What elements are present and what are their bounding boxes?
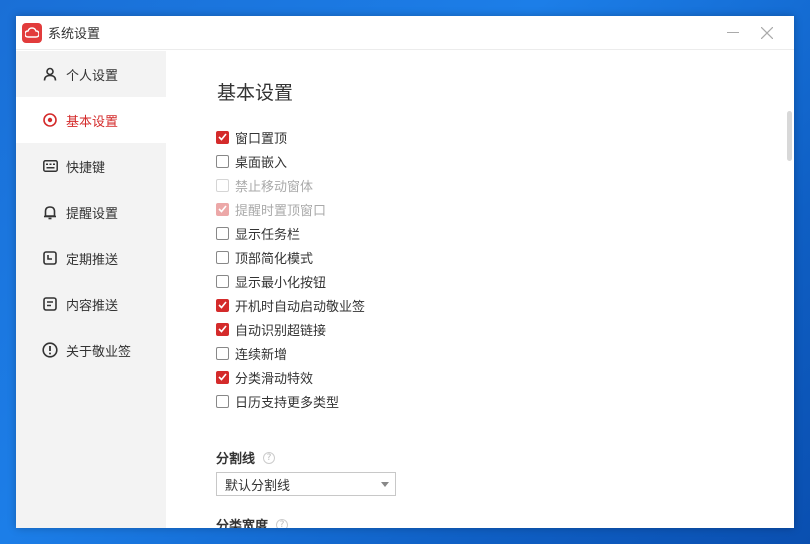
option-label: 禁止移动窗体 — [235, 179, 314, 195]
sidebar-item-scheduled-push[interactable]: 定期推送 — [16, 235, 166, 281]
divider-label: 分割线 ? — [216, 448, 276, 467]
option-label: 桌面嵌入 — [235, 155, 288, 171]
option-label: 显示任务栏 — [235, 227, 301, 243]
help-icon[interactable]: ? — [276, 518, 289, 528]
checkbox[interactable] — [216, 298, 229, 312]
option-reminder-on-top: 提醒时置顶窗口 — [216, 197, 365, 221]
settings-content: 基本设置 窗口置顶 桌面嵌入 禁止移动窗体 提醒时置顶窗口 显示任务栏 顶部简化… — [166, 51, 794, 528]
sidebar-item-label: 提醒设置 — [66, 206, 119, 222]
checkbox — [216, 202, 229, 216]
user-icon — [42, 66, 58, 82]
option-window-on-top[interactable]: 窗口置顶 — [216, 125, 365, 149]
check-icon — [218, 373, 227, 381]
check-icon — [218, 301, 227, 309]
checkbox[interactable] — [216, 154, 229, 168]
checkbox[interactable] — [216, 274, 229, 288]
checkbox — [216, 178, 229, 192]
option-continuous-add[interactable]: 连续新增 — [216, 341, 365, 365]
info-icon — [42, 342, 58, 358]
sidebar-item-label: 基本设置 — [66, 114, 119, 130]
bell-icon — [42, 204, 58, 220]
sidebar-item-label: 定期推送 — [66, 252, 119, 268]
option-label: 窗口置顶 — [235, 131, 288, 147]
title-bar: 系统设置 — [16, 16, 794, 50]
close-button[interactable] — [750, 16, 784, 50]
settings-window: 系统设置 个人设置 基本设置 快捷键 提醒设置 定期推送 内容推送 关于敬业签 … — [16, 16, 794, 528]
minimize-icon — [727, 32, 739, 33]
help-icon[interactable]: ? — [263, 451, 276, 464]
target-icon — [42, 112, 58, 128]
option-label: 自动识别超链接 — [235, 323, 327, 339]
option-show-taskbar[interactable]: 显示任务栏 — [216, 221, 365, 245]
app-logo-icon — [22, 22, 42, 43]
option-show-minimize[interactable]: 显示最小化按钮 — [216, 269, 365, 293]
option-label: 分类滑动特效 — [235, 371, 314, 387]
option-label: 连续新增 — [235, 347, 288, 363]
sidebar-item-personal[interactable]: 个人设置 — [16, 51, 166, 97]
option-compact-header[interactable]: 顶部简化模式 — [216, 245, 365, 269]
sidebar-item-reminders[interactable]: 提醒设置 — [16, 189, 166, 235]
option-autostart[interactable]: 开机时自动启动敬业签 — [216, 293, 365, 317]
sidebar-item-label: 个人设置 — [66, 68, 119, 84]
caret-down-icon — [381, 482, 389, 487]
checkbox[interactable] — [216, 346, 229, 360]
option-slide-effect[interactable]: 分类滑动特效 — [216, 365, 365, 389]
option-detect-links[interactable]: 自动识别超链接 — [216, 317, 365, 341]
check-icon — [218, 325, 227, 333]
option-desktop-embed[interactable]: 桌面嵌入 — [216, 149, 365, 173]
sidebar-item-label: 快捷键 — [66, 160, 106, 176]
document-icon — [42, 296, 58, 312]
checkbox[interactable] — [216, 130, 229, 144]
sidebar-item-basic[interactable]: 基本设置 — [16, 97, 166, 143]
minimize-button[interactable] — [716, 16, 750, 50]
page-title: 基本设置 — [217, 82, 294, 104]
check-icon — [218, 205, 227, 213]
sidebar-item-about[interactable]: 关于敬业签 — [16, 327, 166, 373]
option-lock-window: 禁止移动窗体 — [216, 173, 365, 197]
category-width-label: 分类宽度 ? — [216, 515, 289, 528]
checkbox[interactable] — [216, 226, 229, 240]
option-label: 显示最小化按钮 — [235, 275, 327, 291]
option-label: 开机时自动启动敬业签 — [235, 299, 366, 315]
sidebar-item-label: 关于敬业签 — [66, 344, 132, 360]
keyboard-icon — [42, 158, 58, 174]
checkbox[interactable] — [216, 370, 229, 384]
sidebar: 个人设置 基本设置 快捷键 提醒设置 定期推送 内容推送 关于敬业签 — [16, 51, 166, 528]
option-label: 日历支持更多类型 — [235, 395, 340, 411]
option-label: 顶部简化模式 — [235, 251, 314, 267]
sidebar-item-shortcuts[interactable]: 快捷键 — [16, 143, 166, 189]
option-label: 提醒时置顶窗口 — [235, 203, 327, 219]
checkbox[interactable] — [216, 322, 229, 336]
checkbox[interactable] — [216, 394, 229, 408]
check-icon — [218, 133, 227, 141]
sidebar-item-content-push[interactable]: 内容推送 — [16, 281, 166, 327]
checkbox[interactable] — [216, 250, 229, 264]
schedule-icon — [42, 250, 58, 266]
sidebar-item-label: 内容推送 — [66, 298, 119, 314]
option-calendar-types[interactable]: 日历支持更多类型 — [216, 389, 365, 413]
close-icon — [761, 27, 773, 39]
scrollbar[interactable] — [787, 111, 792, 161]
window-title: 系统设置 — [48, 27, 101, 42]
options-list: 窗口置顶 桌面嵌入 禁止移动窗体 提醒时置顶窗口 显示任务栏 顶部简化模式 显示… — [216, 125, 365, 413]
divider-select[interactable]: 默认分割线 — [216, 472, 396, 496]
